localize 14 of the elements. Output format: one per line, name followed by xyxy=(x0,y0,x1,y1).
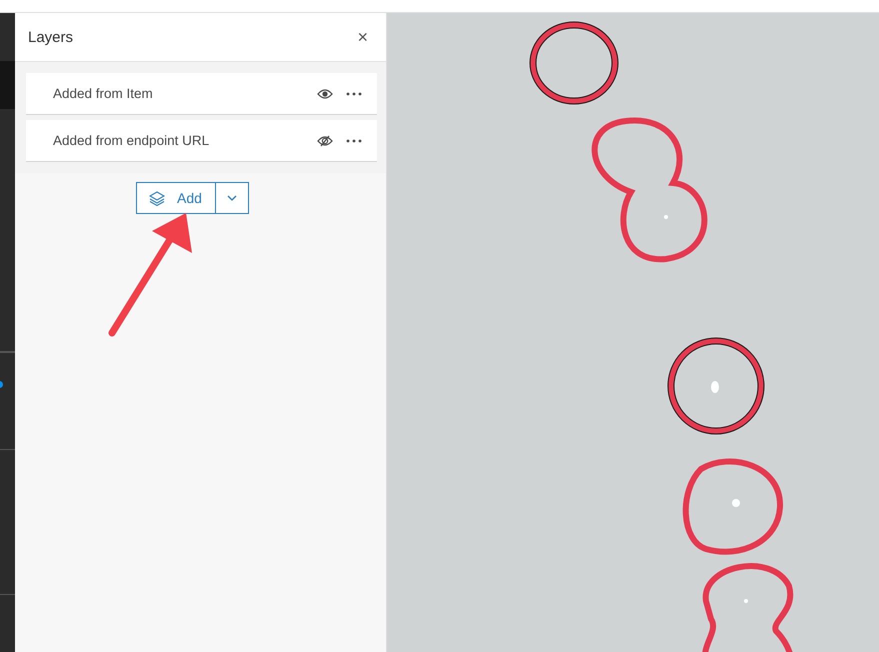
dropdown-button[interactable] xyxy=(216,182,249,214)
eye-slash-icon[interactable] xyxy=(317,134,333,146)
close-button[interactable]: × xyxy=(353,26,372,48)
more-options-icon[interactable] xyxy=(346,92,362,96)
panel-title: Layers xyxy=(28,28,74,46)
layer-item[interactable]: Added from endpoint URL xyxy=(26,120,377,162)
more-options-icon[interactable] xyxy=(346,138,362,142)
layer-name: Added from Item xyxy=(53,86,154,101)
add-button[interactable]: Add xyxy=(136,182,216,214)
layer-name: Added from endpoint URL xyxy=(53,133,210,148)
chevron-down-icon xyxy=(227,195,237,201)
eye-icon[interactable] xyxy=(317,88,333,100)
layer-item[interactable]: Added from Item xyxy=(26,73,377,115)
layers-icon xyxy=(149,190,165,206)
